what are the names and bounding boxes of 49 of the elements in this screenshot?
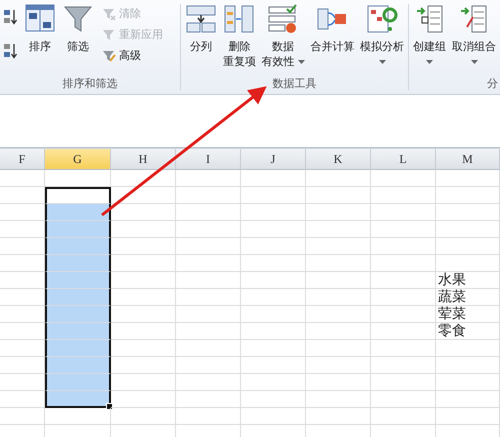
grid-cell[interactable]: 荤菜	[436, 306, 500, 323]
clear-filter-icon	[102, 6, 116, 20]
sort-ascending-icon	[3, 8, 19, 26]
column-header[interactable]: J	[241, 149, 306, 169]
group-label: 排序和筛选	[62, 76, 118, 92]
grid-cell[interactable]	[45, 272, 111, 289]
grid-cell[interactable]	[45, 374, 111, 391]
grid-cell[interactable]	[45, 238, 111, 255]
column-header[interactable]: L	[371, 149, 436, 169]
dedupe-button[interactable]: 删除 重复项	[221, 3, 258, 69]
grid-cell[interactable]	[45, 204, 111, 221]
column-header[interactable]: G	[45, 149, 111, 169]
sort-button[interactable]: 排序	[22, 3, 58, 54]
filter-button[interactable]: 筛选	[60, 3, 96, 54]
grid-cell[interactable]: 蔬菜	[436, 289, 500, 306]
grid-cell[interactable]	[45, 323, 111, 340]
ungroup-button[interactable]: 取消组合	[450, 3, 498, 69]
grid-cell[interactable]	[45, 306, 111, 323]
column-header[interactable]: K	[306, 149, 371, 169]
group-button[interactable]: 创建组	[411, 3, 448, 69]
fill-handle[interactable]	[106, 403, 113, 410]
grid-cell[interactable]	[45, 255, 111, 272]
whatif-button[interactable]: 模拟分析	[358, 3, 406, 69]
grid-cell[interactable]	[45, 340, 111, 357]
validate-button[interactable]: 数据 有效性	[260, 3, 307, 69]
grid-cell[interactable]: 零食	[436, 323, 500, 340]
split-columns-icon	[185, 3, 217, 35]
grid-cell[interactable]	[45, 357, 111, 374]
group-label: 数据工具	[272, 76, 318, 92]
column-header[interactable]: H	[111, 149, 176, 169]
checklist-icon	[267, 3, 300, 35]
grid-cell[interactable]: 水果	[436, 272, 500, 289]
split-button[interactable]: 分列	[183, 3, 219, 54]
grid-cell[interactable]	[45, 391, 111, 408]
grid-cell[interactable]	[45, 221, 111, 238]
advanced-filter-icon	[102, 48, 116, 62]
sort-ascending-button[interactable]	[2, 7, 20, 27]
question-table-icon	[366, 3, 398, 35]
sort-descending-icon	[3, 42, 19, 60]
column-header[interactable]: I	[176, 149, 241, 169]
consolidate-button[interactable]: 合并计算	[308, 3, 356, 54]
sort-descending-button[interactable]	[2, 41, 20, 61]
remove-duplicates-icon	[223, 3, 256, 35]
reapply-filter-icon	[102, 28, 116, 42]
grid-cell[interactable]	[45, 187, 111, 204]
group-label: 分	[486, 76, 499, 92]
advanced-button[interactable]: 高级	[102, 47, 163, 64]
column-header[interactable]: M	[436, 149, 500, 169]
grid-cell[interactable]	[45, 289, 111, 306]
